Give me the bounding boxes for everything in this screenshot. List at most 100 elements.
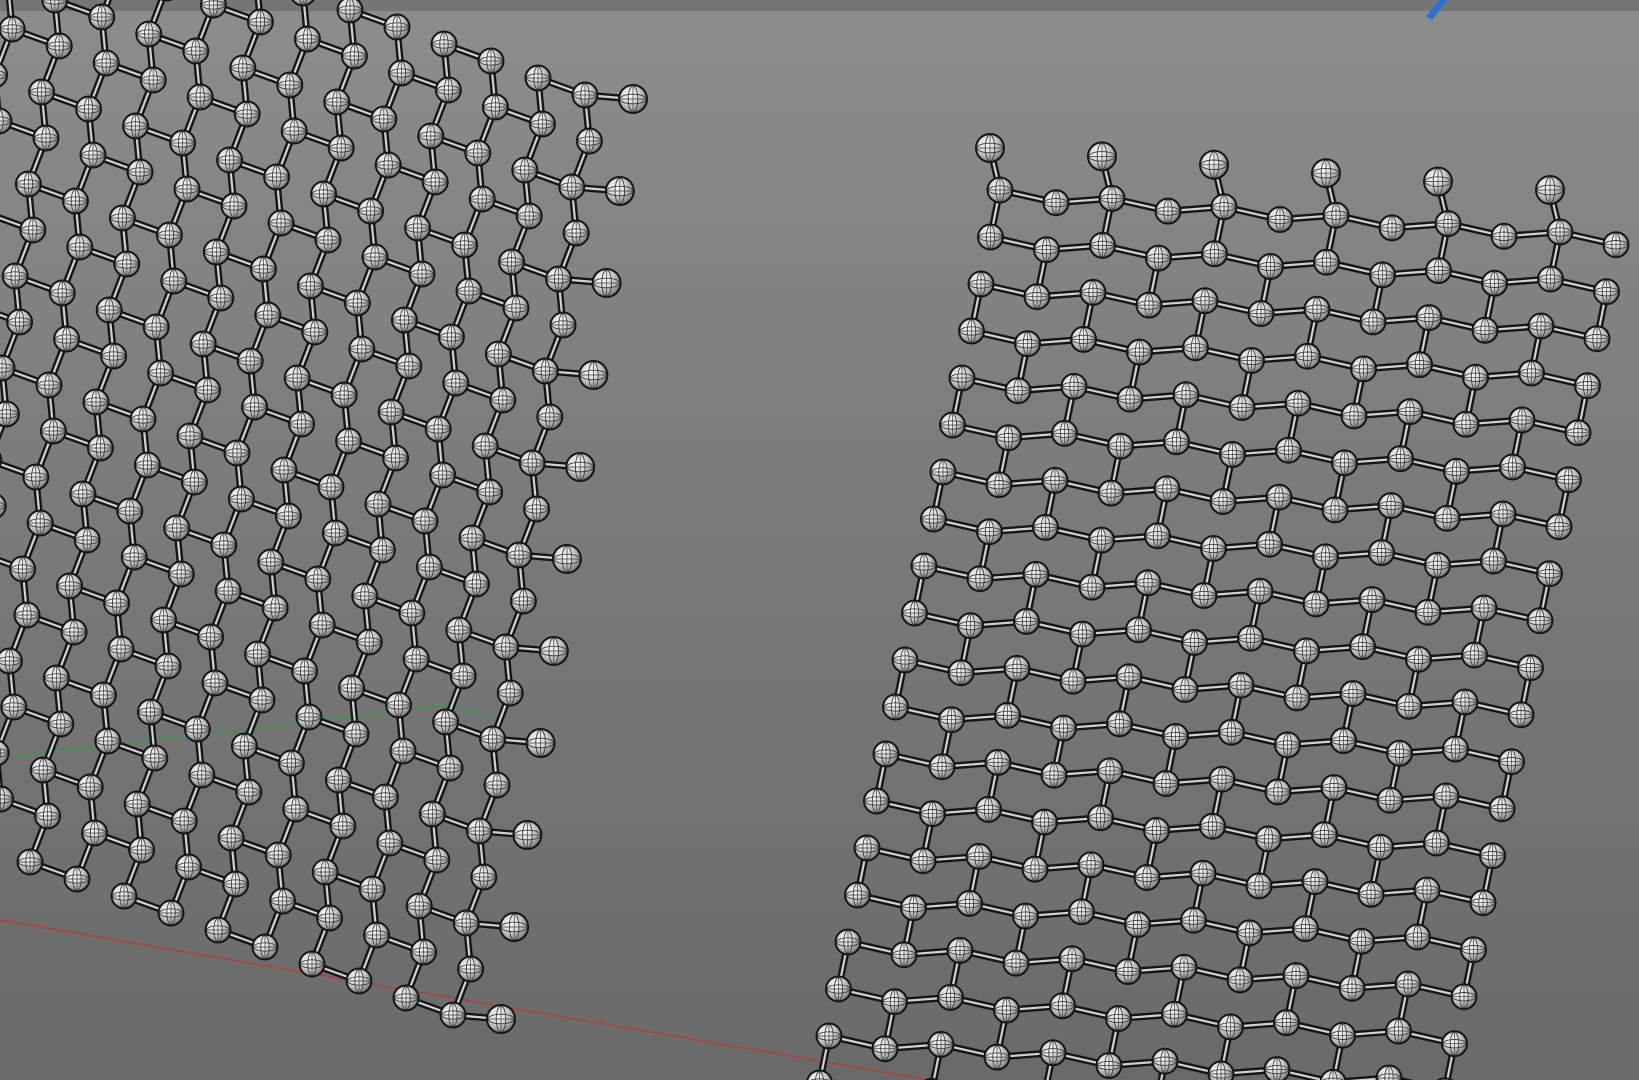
- carbon-atom[interactable]: [394, 352, 423, 380]
- carbon-atom[interactable]: [270, 456, 298, 484]
- carbon-atom[interactable]: [1310, 820, 1339, 849]
- carbon-atom[interactable]: [1021, 855, 1049, 884]
- carbon-atom[interactable]: [253, 301, 282, 329]
- carbon-atom[interactable]: [463, 139, 492, 167]
- carbon-atom[interactable]: [0, 739, 11, 767]
- carbon-atom[interactable]: [575, 127, 604, 155]
- carbon-atom[interactable]: [985, 470, 1013, 499]
- carbon-atom[interactable]: [102, 589, 131, 617]
- carbon-atom[interactable]: [240, 393, 269, 421]
- carbon-atom[interactable]: [1592, 277, 1621, 306]
- carbon-atom[interactable]: [1573, 371, 1602, 400]
- carbon-atom[interactable]: [48, 279, 77, 307]
- carbon-atom[interactable]: [82, 388, 110, 416]
- carbon-atom[interactable]: [1179, 906, 1208, 935]
- carbon-atom[interactable]: [1272, 1008, 1301, 1037]
- hydrogen-atom[interactable]: [538, 635, 570, 667]
- carbon-atom[interactable]: [436, 754, 464, 782]
- carbon-atom[interactable]: [1189, 859, 1217, 888]
- carbon-atom[interactable]: [340, 42, 369, 70]
- carbon-atom[interactable]: [397, 599, 426, 627]
- carbon-atom[interactable]: [89, 681, 118, 709]
- carbon-atom[interactable]: [528, 110, 557, 138]
- carbon-atom[interactable]: [277, 749, 306, 777]
- carbon-atom[interactable]: [95, 296, 124, 324]
- carbon-atom[interactable]: [1170, 953, 1198, 982]
- carbon-atom[interactable]: [1526, 606, 1554, 635]
- carbon-atom[interactable]: [993, 701, 1022, 730]
- carbon-atom[interactable]: [236, 347, 265, 375]
- carbon-atom[interactable]: [431, 708, 460, 736]
- carbon-atom[interactable]: [890, 940, 918, 969]
- carbon-atom[interactable]: [1357, 880, 1385, 909]
- carbon-atom[interactable]: [1508, 406, 1536, 434]
- carbon-atom[interactable]: [1207, 1059, 1235, 1080]
- carbon-atom[interactable]: [938, 411, 967, 439]
- carbon-atom[interactable]: [1068, 620, 1097, 649]
- carbon-atom[interactable]: [1319, 1068, 1347, 1080]
- carbon-atom[interactable]: [1583, 324, 1611, 353]
- carbon-atom[interactable]: [1088, 231, 1117, 260]
- carbon-atom[interactable]: [1039, 1038, 1067, 1067]
- carbon-atom[interactable]: [1451, 688, 1479, 716]
- carbon-atom[interactable]: [571, 81, 599, 109]
- hydrogen-atom[interactable]: [511, 819, 543, 851]
- hydrogen-atom[interactable]: [1422, 166, 1454, 198]
- carbon-atom[interactable]: [1095, 1051, 1123, 1080]
- carbon-atom[interactable]: [68, 480, 97, 508]
- carbon-atom[interactable]: [1602, 230, 1630, 259]
- carbon-atom[interactable]: [1489, 500, 1517, 528]
- carbon-atom[interactable]: [1415, 303, 1443, 332]
- carbon-atom[interactable]: [936, 983, 965, 1012]
- carbon-atom[interactable]: [5, 308, 34, 336]
- carbon-atom[interactable]: [1564, 418, 1592, 447]
- carbon-atom[interactable]: [0, 492, 8, 520]
- carbon-atom[interactable]: [1181, 333, 1210, 362]
- carbon-atom[interactable]: [193, 376, 222, 404]
- carbon-atom[interactable]: [324, 766, 353, 794]
- carbon-atom[interactable]: [176, 422, 204, 450]
- carbon-atom[interactable]: [478, 725, 507, 753]
- carbon-atom[interactable]: [1217, 718, 1246, 747]
- carbon-atom[interactable]: [228, 54, 257, 82]
- carbon-atom[interactable]: [16, 848, 44, 876]
- carbon-atom[interactable]: [1208, 765, 1236, 794]
- carbon-atom[interactable]: [1002, 949, 1030, 978]
- carbon-atom[interactable]: [139, 66, 168, 94]
- carbon-atom[interactable]: [256, 548, 285, 576]
- carbon-atom[interactable]: [505, 541, 533, 569]
- carbon-atom[interactable]: [1264, 777, 1292, 806]
- carbon-atom[interactable]: [87, 3, 116, 31]
- carbon-atom[interactable]: [1535, 559, 1564, 588]
- carbon-atom[interactable]: [899, 893, 928, 922]
- carbon-atom[interactable]: [1423, 551, 1452, 580]
- carbon-atom[interactable]: [29, 756, 58, 784]
- carbon-atom[interactable]: [52, 325, 81, 353]
- hydrogen-atom[interactable]: [1534, 174, 1566, 206]
- carbon-atom[interactable]: [468, 185, 497, 213]
- carbon-atom[interactable]: [1329, 726, 1358, 755]
- carbon-atom[interactable]: [1349, 354, 1378, 383]
- carbon-atom[interactable]: [1254, 824, 1283, 853]
- carbon-atom[interactable]: [1031, 513, 1060, 542]
- carbon-atom[interactable]: [79, 141, 107, 169]
- hydrogen-atom[interactable]: [525, 727, 557, 759]
- carbon-atom[interactable]: [1096, 756, 1124, 785]
- carbon-atom[interactable]: [416, 122, 445, 150]
- carbon-atom[interactable]: [336, 0, 364, 24]
- carbon-atom[interactable]: [1209, 487, 1237, 516]
- carbon-atom[interactable]: [1328, 1021, 1357, 1050]
- carbon-atom[interactable]: [230, 732, 259, 760]
- carbon-atom[interactable]: [1142, 816, 1171, 845]
- carbon-atom[interactable]: [1384, 1017, 1413, 1045]
- carbon-atom[interactable]: [27, 78, 56, 106]
- carbon-atom[interactable]: [502, 294, 530, 322]
- carbon-atom[interactable]: [408, 260, 436, 288]
- carbon-atom[interactable]: [140, 744, 169, 772]
- carbon-atom[interactable]: [45, 32, 74, 60]
- carbon-atom[interactable]: [233, 100, 262, 128]
- carbon-atom[interactable]: [347, 335, 376, 363]
- graphene-ribbon-right[interactable]: [805, 132, 1630, 1080]
- carbon-atom[interactable]: [142, 313, 171, 341]
- carbon-atom[interactable]: [267, 209, 295, 237]
